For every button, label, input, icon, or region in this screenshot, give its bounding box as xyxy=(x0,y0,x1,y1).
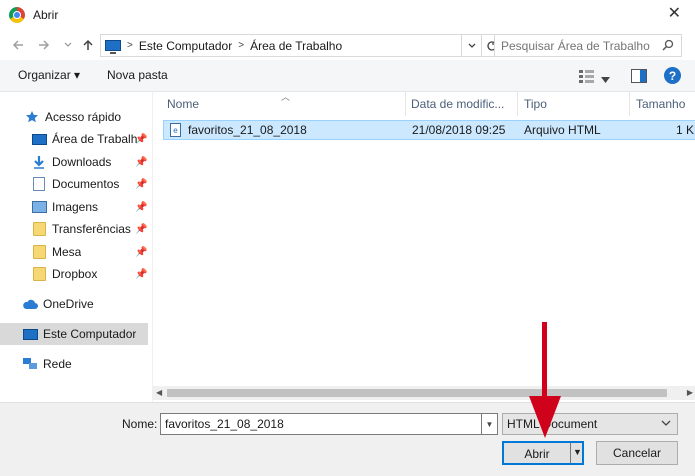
open-options-dropdown-icon[interactable]: ▼ xyxy=(573,447,582,457)
breadcrumb-area-de-trabalho[interactable]: Área de Trabalho xyxy=(250,39,342,53)
folder-icon xyxy=(31,244,47,260)
pin-icon[interactable]: 📌 xyxy=(135,247,147,258)
breadcrumb-separator-icon[interactable]: > xyxy=(238,40,244,51)
folder-icon xyxy=(31,266,47,282)
sidebar-item-label: Downloads xyxy=(52,155,112,169)
view-dropdown-icon[interactable] xyxy=(601,72,610,86)
sidebar-item-dropbox[interactable]: Dropbox 📌 xyxy=(0,263,148,285)
search-box[interactable] xyxy=(494,34,682,57)
help-icon[interactable]: ? xyxy=(664,67,681,84)
search-icon[interactable] xyxy=(662,39,674,51)
cloud-icon xyxy=(22,296,38,312)
network-icon xyxy=(22,356,38,372)
breadcrumb-este-computador[interactable]: Este Computador xyxy=(139,39,232,53)
sidebar-item-label: Acesso rápido xyxy=(45,110,122,124)
pin-icon[interactable]: 📌 xyxy=(135,269,147,280)
file-name-label: Nome: xyxy=(122,417,158,431)
breadcrumb-separator-icon[interactable]: > xyxy=(127,40,133,51)
sidebar-item-label: Transferências xyxy=(52,222,131,236)
sidebar-item-label: Mesa xyxy=(52,245,82,259)
navigation-bar: > Este Computador > Área de Trabalho xyxy=(0,30,695,60)
sidebar-item-mesa[interactable]: Mesa 📌 xyxy=(0,241,148,263)
sidebar-item-label: OneDrive xyxy=(43,297,94,311)
html-file-icon: e xyxy=(170,123,181,137)
sidebar-item-label: Rede xyxy=(43,357,72,371)
command-toolbar: Organizar ▾ Nova pasta ? xyxy=(0,60,695,92)
file-size: 1 KB xyxy=(676,123,695,137)
scroll-left-icon[interactable]: ◀ xyxy=(156,388,162,397)
sidebar-item-documentos[interactable]: Documentos 📌 xyxy=(0,173,148,195)
folder-icon xyxy=(31,221,47,237)
recent-locations-chevron-icon[interactable] xyxy=(60,37,76,53)
sidebar-item-label: Dropbox xyxy=(52,267,98,281)
window-title: Abrir xyxy=(33,8,59,22)
cancel-button[interactable]: Cancelar xyxy=(596,441,678,465)
sidebar-item-rede[interactable]: Rede xyxy=(0,353,148,375)
sidebar-item-acesso-rapido[interactable]: Acesso rápido xyxy=(0,106,148,128)
desktop-icon xyxy=(31,131,47,147)
address-bar[interactable]: > Este Computador > Área de Trabalho xyxy=(100,34,462,57)
chevron-down-icon xyxy=(661,419,671,429)
split-divider xyxy=(570,443,571,463)
sidebar-item-area-de-trabalho[interactable]: Área de Trabalho 📌 xyxy=(0,128,148,150)
sidebar-item-este-computador[interactable]: Este Computador xyxy=(0,323,148,345)
preview-pane-icon[interactable] xyxy=(631,69,647,86)
column-divider[interactable] xyxy=(629,92,630,116)
pin-icon[interactable]: 📌 xyxy=(135,179,147,190)
organize-button[interactable]: Organizar ▾ xyxy=(18,68,80,82)
computer-icon xyxy=(105,40,121,54)
dialog-footer: Nome: ▼ HTML Document Abrir ▼ Cancelar xyxy=(0,402,695,476)
sidebar-item-label: Imagens xyxy=(52,200,99,214)
file-name-input[interactable] xyxy=(160,413,482,435)
download-icon xyxy=(31,154,47,170)
forward-arrow-icon[interactable] xyxy=(36,37,52,53)
navigation-pane: Acesso rápido Área de Trabalho 📌 Downloa… xyxy=(0,92,150,402)
new-folder-button[interactable]: Nova pasta xyxy=(107,68,168,82)
view-options-icon[interactable] xyxy=(579,69,595,86)
title-bar: Abrir ✕ xyxy=(0,0,695,30)
sidebar-item-downloads[interactable]: Downloads 📌 xyxy=(0,151,148,173)
pin-icon[interactable]: 📌 xyxy=(135,202,147,213)
sidebar-item-label: Este Computador xyxy=(43,327,137,341)
column-header-nome[interactable]: Nome xyxy=(167,92,199,116)
column-header-tamanho[interactable]: Tamanho xyxy=(636,92,685,116)
open-button[interactable]: Abrir ▼ xyxy=(502,441,584,465)
pin-icon[interactable]: 📌 xyxy=(135,157,147,168)
sidebar-item-imagens[interactable]: Imagens 📌 xyxy=(0,196,148,218)
file-date: 21/08/2018 09:25 xyxy=(412,123,506,137)
sidebar-item-transferencias[interactable]: Transferências 📌 xyxy=(0,218,148,240)
file-type: Arquivo HTML xyxy=(524,123,601,137)
close-icon[interactable]: ✕ xyxy=(668,6,681,22)
scrollbar-thumb[interactable] xyxy=(167,389,667,397)
document-icon xyxy=(31,176,47,192)
column-header-data[interactable]: Data de modific... xyxy=(411,92,504,116)
chrome-icon xyxy=(9,7,25,23)
computer-icon xyxy=(22,326,38,342)
sidebar-item-label: Documentos xyxy=(52,177,120,191)
file-name-dropdown-icon[interactable]: ▼ xyxy=(482,413,498,435)
pin-icon[interactable]: 📌 xyxy=(135,224,147,235)
horizontal-scrollbar[interactable]: ◀ ▶ xyxy=(153,386,695,400)
file-list: ︿ Nome Data de modific... Tipo Tamanho e… xyxy=(152,92,695,402)
table-row[interactable]: e favoritos_21_08_2018 21/08/2018 09:25 … xyxy=(163,120,695,140)
open-button-label: Abrir xyxy=(524,447,550,461)
scroll-right-icon[interactable]: ▶ xyxy=(687,388,693,397)
column-header-tipo[interactable]: Tipo xyxy=(524,92,547,116)
column-divider[interactable] xyxy=(405,92,406,116)
star-icon xyxy=(24,109,40,125)
sidebar-item-onedrive[interactable]: OneDrive xyxy=(0,293,148,315)
red-arrow-annotation-icon xyxy=(529,322,561,438)
up-arrow-icon[interactable] xyxy=(80,37,96,53)
search-input[interactable] xyxy=(501,38,661,53)
pin-icon[interactable]: 📌 xyxy=(135,134,147,145)
column-divider[interactable] xyxy=(517,92,518,116)
file-name: favoritos_21_08_2018 xyxy=(188,123,307,137)
sidebar-item-label: Área de Trabalho xyxy=(52,132,137,146)
back-arrow-icon[interactable] xyxy=(10,37,26,53)
image-icon xyxy=(31,199,47,215)
sort-ascending-icon: ︿ xyxy=(281,92,291,102)
address-dropdown-icon[interactable] xyxy=(462,34,482,57)
